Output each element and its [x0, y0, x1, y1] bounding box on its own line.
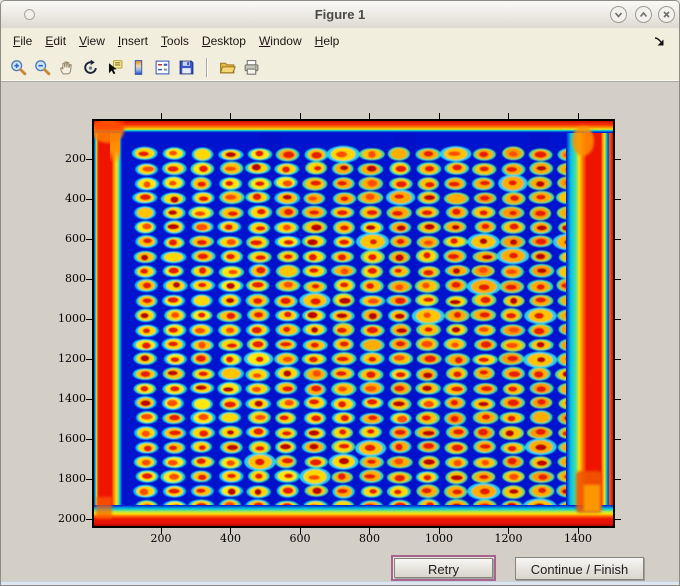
- y-axis-tick: [86, 318, 92, 320]
- menu-item-window[interactable]: Window: [259, 34, 302, 48]
- retry-button-focus-ring: Retry: [391, 555, 496, 581]
- save-figure-icon: [179, 60, 193, 74]
- y-axis-tick: [615, 158, 621, 160]
- y-axis-tick: [615, 358, 621, 360]
- x-axis-tick: [577, 113, 579, 119]
- maximize-button[interactable]: [635, 6, 652, 23]
- y-tick-label: 200: [65, 152, 86, 165]
- close-button[interactable]: [658, 6, 675, 23]
- x-tick-label: 1000: [425, 532, 453, 545]
- pan-button[interactable]: [54, 56, 78, 78]
- y-axis-tick: [86, 518, 92, 520]
- x-tick-label: 1400: [564, 532, 592, 545]
- insert-legend-icon: [155, 60, 169, 74]
- dock-figure-arrow-icon[interactable]: [653, 35, 665, 47]
- open-file-button[interactable]: [215, 56, 239, 78]
- y-axis-tick: [86, 478, 92, 480]
- y-axis-tick: [615, 318, 621, 320]
- titlebar: Figure 1: [1, 1, 679, 29]
- x-tick-label: 200: [150, 532, 172, 545]
- y-axis-tick: [86, 278, 92, 280]
- print-figure-icon: [244, 59, 258, 75]
- y-tick-label: 2000: [58, 512, 86, 525]
- figure-toolbar: [1, 54, 679, 81]
- open-file-icon: [219, 62, 236, 73]
- y-axis-tick: [86, 358, 92, 360]
- y-axis-tick: [86, 198, 92, 200]
- x-axis-tick: [508, 113, 509, 119]
- rotate-3d-icon: [83, 59, 97, 74]
- print-figure-button[interactable]: [239, 56, 263, 78]
- x-axis-tick: [230, 113, 231, 119]
- y-axis-tick: [86, 238, 92, 240]
- y-axis-tick: [615, 278, 621, 280]
- menu-item-insert[interactable]: Insert: [118, 34, 148, 48]
- menu-item-view[interactable]: View: [79, 34, 105, 48]
- x-tick-label: 800: [359, 532, 380, 545]
- save-figure-button[interactable]: [174, 56, 198, 78]
- y-tick-label: 1400: [58, 392, 86, 405]
- menu-item-desktop[interactable]: Desktop: [202, 34, 246, 48]
- y-axis-tick: [615, 438, 621, 440]
- insert-colorbar-icon: [134, 59, 142, 75]
- zoom-in-icon: [10, 59, 26, 75]
- insert-colorbar-button[interactable]: [126, 56, 150, 78]
- data-cursor-button[interactable]: [102, 56, 126, 78]
- chevron-down-icon: [614, 12, 623, 18]
- toolbar-separator: [206, 57, 208, 77]
- y-tick-label: 1200: [58, 352, 86, 365]
- y-tick-label: 400: [65, 192, 86, 205]
- zoom-in-button[interactable]: [6, 56, 30, 78]
- y-tick-label: 1000: [58, 312, 86, 325]
- plot-axes[interactable]: [92, 119, 615, 528]
- continue-finish-button[interactable]: Continue / Finish: [515, 557, 644, 580]
- menu-item-tools[interactable]: Tools: [161, 34, 189, 48]
- y-axis-tick: [615, 398, 621, 400]
- y-axis-tick: [615, 478, 621, 480]
- x-tick-label: 400: [220, 532, 241, 545]
- chevron-up-icon: [639, 11, 648, 18]
- menu-item-help[interactable]: Help: [315, 34, 340, 48]
- y-axis-tick: [86, 398, 92, 400]
- y-tick-label: 800: [65, 272, 86, 285]
- rotate-3d-button[interactable]: [78, 56, 102, 78]
- x-axis-tick: [369, 113, 370, 119]
- figure-window: Figure 1 File Edit View Insert Tools Desktop W…: [0, 0, 680, 586]
- menu-item-file[interactable]: File: [13, 34, 32, 48]
- y-axis-tick: [615, 518, 621, 520]
- zoom-out-button[interactable]: [30, 56, 54, 78]
- x-axis-tick: [299, 113, 301, 119]
- y-tick-label: 1600: [58, 432, 86, 445]
- menu-item-edit[interactable]: Edit: [45, 34, 66, 48]
- window-title: Figure 1: [314, 7, 366, 22]
- zoom-out-icon: [34, 59, 50, 75]
- y-axis-tick: [615, 198, 621, 200]
- pan-icon: [59, 60, 72, 74]
- y-axis-tick: [86, 158, 92, 160]
- y-tick-label: 1800: [58, 472, 86, 485]
- y-axis-tick: [615, 238, 621, 240]
- bottom-strip: [1, 581, 679, 585]
- menubar: File Edit View Insert Tools Desktop Window Help: [1, 28, 679, 54]
- close-icon: [663, 11, 670, 18]
- x-axis-tick: [160, 113, 162, 119]
- data-cursor-icon: [108, 59, 122, 74]
- y-axis-tick: [86, 438, 92, 440]
- retry-button[interactable]: Retry: [394, 558, 493, 578]
- microarray-image[interactable]: [94, 121, 613, 526]
- minimize-button[interactable]: [610, 6, 627, 23]
- x-tick-label: 1200: [494, 532, 523, 545]
- insert-legend-button[interactable]: [150, 56, 174, 78]
- figure-canvas: 200 400 600 800 1000 1200 1400 200 400 600 800 1000…: [1, 81, 679, 581]
- x-tick-label: 600: [289, 532, 311, 545]
- y-tick-label: 600: [65, 232, 86, 245]
- x-axis-tick: [438, 113, 440, 119]
